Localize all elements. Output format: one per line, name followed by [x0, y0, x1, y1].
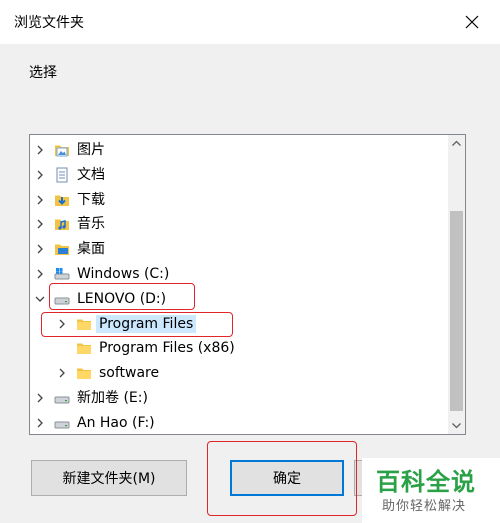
tree-item[interactable]: 新加卷 (E:)	[30, 386, 448, 410]
tree-item[interactable]: 下载	[30, 188, 448, 212]
chevron-up-icon	[452, 140, 461, 146]
close-icon	[465, 15, 479, 29]
tree-item[interactable]: 音乐	[30, 212, 448, 236]
watermark-brand: 百科全说	[376, 468, 476, 496]
dialog-description: 选择	[29, 65, 57, 81]
tree-item-label: 音乐	[77, 216, 105, 233]
chevron-right-icon[interactable]	[35, 194, 45, 206]
tree-item-label: 下载	[77, 191, 105, 208]
highlight-box-drive	[49, 283, 195, 310]
music-folder-icon	[55, 219, 69, 231]
browse-folder-dialog: 浏览文件夹 选择 图片 文档 下载 音乐 桌面 Windows (C:) LENOVO (D…	[0, 0, 500, 523]
downloads-folder-icon	[55, 195, 69, 206]
tree-item-label: 文档	[77, 166, 105, 183]
tree-item[interactable]: 文档	[30, 163, 448, 187]
close-button[interactable]	[458, 9, 486, 35]
tree-item-label: An Hao (F:)	[77, 414, 155, 431]
scroll-down-button[interactable]	[448, 417, 465, 434]
folder-icon	[77, 343, 91, 355]
dialog-title: 浏览文件夹	[14, 15, 84, 31]
folder-icon	[77, 368, 91, 380]
pictures-folder-icon	[55, 145, 69, 157]
tree-item[interactable]: 桌面	[30, 237, 448, 261]
chevron-right-icon[interactable]	[35, 218, 45, 230]
windows-drive-icon	[54, 268, 70, 280]
scrollbar-thumb[interactable]	[450, 211, 463, 411]
chevron-right-icon[interactable]	[57, 367, 67, 379]
tree-item-label: 图片	[77, 142, 105, 158]
tree-item-label: software	[99, 365, 160, 382]
desktop-folder-icon	[55, 244, 69, 256]
drive-icon	[54, 421, 70, 429]
new-folder-button[interactable]: 新建文件夹(M)	[31, 460, 187, 496]
chevron-down-icon[interactable]	[35, 293, 45, 305]
watermark: 百科全说 助你轻松解决	[362, 458, 500, 523]
tree-item-label: Program Files (x86)	[99, 340, 235, 357]
documents-folder-icon	[56, 167, 68, 183]
chevron-right-icon[interactable]	[35, 268, 45, 280]
tree-item-label: 桌面	[77, 241, 105, 258]
highlight-box-ok	[207, 441, 357, 516]
new-folder-button-label: 新建文件夹(M)	[62, 471, 156, 487]
tree-item[interactable]: 图片	[30, 138, 448, 162]
highlight-box-folder	[41, 312, 233, 337]
vertical-scrollbar[interactable]	[448, 135, 465, 434]
tree-item[interactable]: An Hao (F:)	[30, 411, 448, 434]
tree-item[interactable]: software	[30, 361, 448, 385]
chevron-right-icon[interactable]	[35, 144, 45, 156]
drive-icon	[54, 396, 70, 404]
tree-item-label: 新加卷 (E:)	[77, 390, 148, 406]
watermark-slogan: 助你轻松解决	[382, 499, 467, 514]
tree-item-label: Windows (C:)	[77, 266, 170, 282]
chevron-right-icon[interactable]	[35, 392, 45, 404]
chevron-right-icon[interactable]	[35, 169, 45, 181]
tree-item[interactable]: Program Files (x86)	[30, 336, 448, 360]
chevron-down-icon	[452, 423, 461, 429]
chevron-right-icon[interactable]	[35, 243, 45, 255]
title-bar: 浏览文件夹	[0, 0, 500, 44]
chevron-right-icon[interactable]	[35, 417, 45, 429]
scroll-up-button[interactable]	[448, 135, 465, 152]
